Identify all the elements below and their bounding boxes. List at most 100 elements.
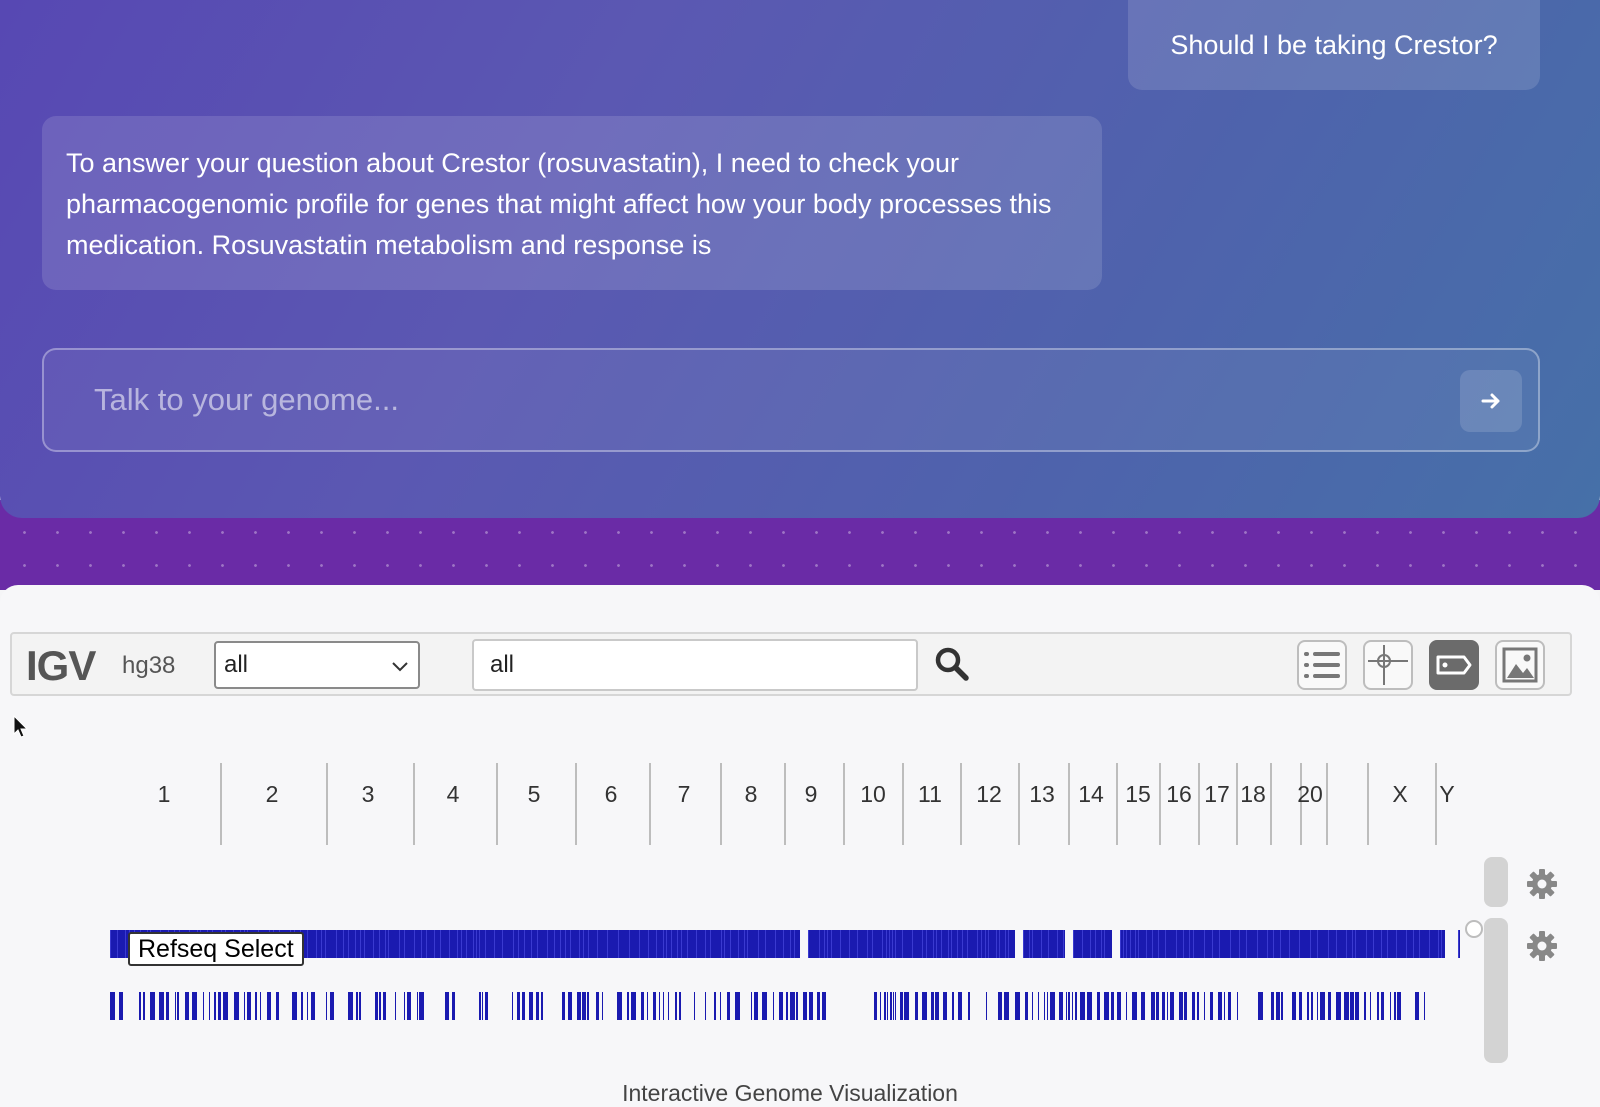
feature-bar[interactable] (512, 992, 513, 1020)
feature-bar[interactable] (1097, 992, 1100, 1020)
feature-bar[interactable] (260, 992, 261, 1020)
feature-bar[interactable] (1390, 992, 1391, 1020)
feature-bar[interactable] (617, 992, 622, 1020)
feature-bar[interactable] (931, 992, 934, 1020)
feature-bar[interactable] (159, 992, 164, 1020)
feature-bar[interactable] (602, 992, 603, 1020)
locus-search-input[interactable] (472, 639, 918, 691)
feature-bar[interactable] (958, 992, 962, 1020)
feature-bar[interactable] (330, 992, 334, 1020)
feature-bar[interactable] (582, 992, 586, 1020)
feature-bar[interactable] (1299, 992, 1302, 1020)
feature-bar[interactable] (1328, 992, 1331, 1020)
feature-bar[interactable] (139, 992, 141, 1020)
chat-input[interactable] (44, 350, 1424, 450)
feature-bar[interactable] (1111, 992, 1114, 1020)
feature-bar[interactable] (479, 992, 481, 1020)
feature-bar[interactable] (1179, 992, 1183, 1020)
feature-bar[interactable] (1292, 992, 1296, 1020)
chromosome-7[interactable]: 7 (678, 781, 691, 808)
track-scrollbar[interactable] (1484, 918, 1508, 1063)
feature-bar[interactable] (1170, 992, 1174, 1020)
feature-bar[interactable] (185, 992, 189, 1020)
feature-bar[interactable] (485, 992, 488, 1020)
feature-bar[interactable] (1197, 992, 1199, 1020)
feature-bar[interactable] (968, 992, 970, 1020)
chromosome-12[interactable]: 12 (976, 781, 1002, 808)
feature-bar[interactable] (529, 992, 533, 1020)
feature-bar[interactable] (119, 992, 123, 1020)
feature-bar[interactable] (596, 992, 599, 1020)
feature-bar[interactable] (307, 992, 308, 1020)
chromosome-14[interactable]: 14 (1078, 781, 1104, 808)
feature-bar[interactable] (887, 992, 888, 1020)
feature-bar[interactable] (177, 992, 179, 1020)
feature-bar[interactable] (452, 992, 455, 1020)
feature-bar[interactable] (641, 992, 644, 1020)
feature-bar[interactable] (1344, 992, 1349, 1020)
feature-bar[interactable] (1004, 992, 1009, 1020)
feature-bar[interactable] (1192, 992, 1195, 1020)
feature-bar[interactable] (1080, 992, 1085, 1020)
chromosome-10[interactable]: 10 (860, 781, 886, 808)
feature-bar[interactable] (1032, 992, 1033, 1020)
feature-bar[interactable] (175, 992, 176, 1020)
feature-bar[interactable] (647, 992, 648, 1020)
chromosome-15[interactable]: 15 (1125, 781, 1151, 808)
feature-bar[interactable] (822, 992, 826, 1020)
feature-bar[interactable] (884, 992, 886, 1020)
center-line-button[interactable] (1363, 640, 1413, 690)
feature-block[interactable] (808, 930, 1015, 958)
feature-bar[interactable] (1025, 992, 1028, 1020)
feature-bar[interactable] (1355, 992, 1359, 1020)
feature-bar[interactable] (1317, 992, 1318, 1020)
feature-bar[interactable] (1072, 992, 1073, 1020)
feature-bar[interactable] (935, 992, 939, 1020)
feature-bar[interactable] (419, 992, 424, 1020)
feature-bar[interactable] (1218, 992, 1222, 1020)
feature-bar[interactable] (943, 992, 947, 1020)
feature-bar[interactable] (445, 992, 449, 1020)
feature-bar[interactable] (1224, 992, 1225, 1020)
feature-bar[interactable] (952, 992, 954, 1020)
feature-bar[interactable] (1068, 992, 1070, 1020)
feature-bar[interactable] (915, 992, 918, 1020)
feature-bar[interactable] (587, 992, 589, 1020)
feature-bar[interactable] (1047, 992, 1048, 1020)
feature-bar[interactable] (143, 992, 145, 1020)
feature-bar[interactable] (904, 992, 909, 1020)
feature-bar[interactable] (395, 992, 396, 1020)
chromosome-17[interactable]: 17 (1204, 781, 1230, 808)
feature-bar[interactable] (1167, 992, 1168, 1020)
feature-bar[interactable] (796, 992, 798, 1020)
feature-bar[interactable] (407, 992, 411, 1020)
feature-bar[interactable] (809, 992, 813, 1020)
feature-bar[interactable] (234, 992, 239, 1020)
feature-bar[interactable] (922, 992, 927, 1020)
feature-bar[interactable] (1258, 992, 1263, 1020)
feature-bar[interactable] (659, 992, 660, 1020)
track-list-button[interactable] (1297, 640, 1347, 690)
feature-bar[interactable] (790, 992, 795, 1020)
track-drag-handle[interactable] (1465, 920, 1483, 938)
feature-bar[interactable] (668, 992, 669, 1020)
feature-bar[interactable] (110, 992, 115, 1020)
feature-bar[interactable] (727, 992, 730, 1020)
feature-bar[interactable] (192, 992, 197, 1020)
feature-bar[interactable] (1184, 992, 1187, 1020)
feature-bar[interactable] (1050, 992, 1055, 1020)
feature-bar[interactable] (1281, 992, 1283, 1020)
feature-bar[interactable] (773, 992, 774, 1020)
feature-bar[interactable] (675, 992, 677, 1020)
feature-bar[interactable] (653, 992, 656, 1020)
chromosome-5[interactable]: 5 (528, 781, 541, 808)
search-button[interactable] (934, 646, 970, 687)
feature-bar[interactable] (1237, 992, 1238, 1020)
feature-bar[interactable] (817, 992, 820, 1020)
chromosome-4[interactable]: 4 (447, 781, 460, 808)
chromosome-20[interactable]: 20 (1297, 781, 1323, 808)
feature-bar[interactable] (1381, 992, 1384, 1020)
feature-bar[interactable] (1066, 992, 1067, 1020)
feature-bar[interactable] (209, 992, 210, 1020)
chromosome-3[interactable]: 3 (362, 781, 375, 808)
